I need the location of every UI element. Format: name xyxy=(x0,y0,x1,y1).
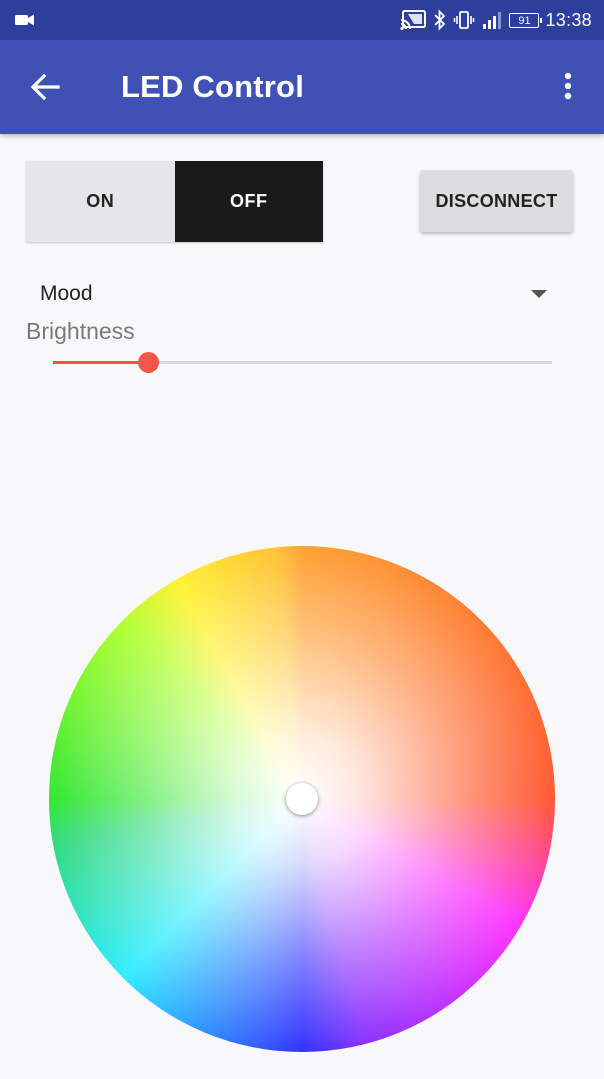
slider-fill xyxy=(53,361,148,364)
status-icons: 91 13:38 xyxy=(399,8,592,32)
off-button[interactable]: OFF xyxy=(174,161,323,242)
back-arrow-icon[interactable] xyxy=(28,71,62,103)
battery-icon: 91 xyxy=(509,12,543,28)
on-button[interactable]: ON xyxy=(26,161,175,242)
slider-thumb[interactable] xyxy=(137,352,159,373)
dropdown-arrow-icon xyxy=(531,290,547,298)
page-title: LED Control xyxy=(121,69,305,104)
bluetooth-icon xyxy=(434,9,446,31)
overflow-menu-icon[interactable] xyxy=(556,71,580,103)
mode-spinner-value: Mood xyxy=(40,282,93,305)
app-bar: LED Control xyxy=(0,40,604,134)
status-time: 13:38 xyxy=(545,9,592,30)
battery-level: 91 xyxy=(518,14,531,27)
video-camera-icon xyxy=(15,14,34,26)
power-toggle: ON OFF xyxy=(26,161,323,242)
disconnect-button[interactable]: DISCONNECT xyxy=(420,170,573,232)
brightness-label: Brightness xyxy=(26,318,135,344)
signal-icon xyxy=(483,12,502,29)
cast-icon xyxy=(400,10,427,31)
vibrate-icon xyxy=(454,11,475,29)
status-bar: 91 13:38 xyxy=(0,0,604,40)
brightness-slider[interactable] xyxy=(53,350,552,376)
color-wheel[interactable] xyxy=(49,546,555,1052)
color-picker-handle[interactable] xyxy=(286,783,318,815)
mode-spinner[interactable]: Mood xyxy=(26,270,556,316)
